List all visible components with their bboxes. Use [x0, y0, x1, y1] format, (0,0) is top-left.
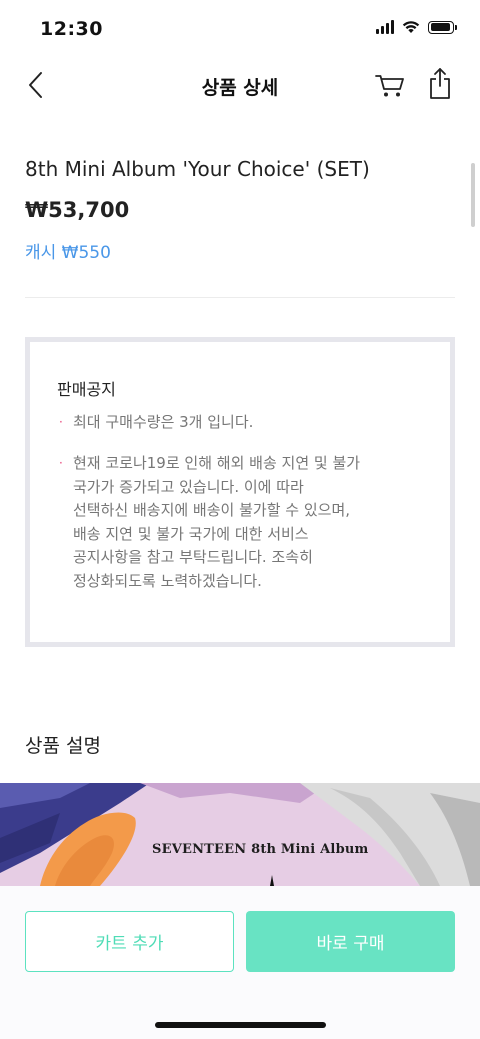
sales-notice: 판매공지 · 최대 구매수량은 3개 입니다. · 현재 코로나19로 인해 해… — [25, 337, 455, 647]
notice-line: 배송 지연 및 불가 국가에 대한 서비스 — [73, 524, 309, 543]
buy-now-button[interactable]: 바로 구매 — [246, 911, 455, 972]
home-indicator[interactable] — [155, 1022, 326, 1028]
section-title-description: 상품 설명 — [25, 735, 101, 757]
notice-line: 정상화되도록 노력하겠습니다. — [73, 571, 262, 590]
notice-line: 공지사항을 참고 부탁드립니다. 조속히 — [73, 548, 313, 566]
cash-price: 캐시 ₩550 — [25, 243, 111, 263]
notice-bullet: · — [59, 456, 63, 470]
cart-icon — [375, 75, 404, 97]
nav-bar: 상품 상세 — [0, 60, 480, 110]
add-to-cart-button[interactable]: 카트 추가 — [25, 911, 234, 972]
banner-text: SEVENTEEN 8th Mini Album — [152, 842, 369, 857]
notice-line: 국가가 증가되고 있습니다. 이에 따라 — [73, 477, 304, 496]
album-banner-image: SEVENTEEN 8th Mini Album — [0, 783, 480, 886]
status-icons — [376, 20, 457, 34]
notice-line: 현재 코로나19로 인해 해외 배송 지연 및 불가 — [73, 454, 361, 472]
cart-button[interactable] — [374, 70, 406, 100]
notice-line: 최대 구매수량은 3개 입니다. — [73, 413, 254, 431]
product-title: 8th Mini Album 'Your Choice' (SET) — [25, 157, 370, 181]
album-art — [0, 783, 480, 886]
scroll-indicator[interactable] — [471, 163, 475, 227]
share-icon — [430, 68, 450, 99]
page-title: 상품 상세 — [201, 77, 279, 99]
battery-icon — [428, 20, 457, 34]
share-button[interactable] — [428, 66, 452, 100]
wifi-icon — [402, 21, 420, 33]
notice-line: 선택하신 배송지에 배송이 불가할 수 있으며, — [73, 501, 351, 519]
status-bar: 12:30 — [0, 0, 480, 60]
notice-item: 현재 코로나19로 인해 해외 배송 지연 및 불가 국가가 증가되고 있습니다… — [73, 452, 433, 593]
cellular-signal-icon — [376, 20, 394, 34]
status-time: 12:30 — [40, 18, 103, 40]
notice-title: 판매공지 — [57, 380, 116, 399]
divider — [25, 297, 455, 298]
product-price: ₩53,700 — [25, 198, 130, 222]
notice-bullet: · — [59, 415, 63, 429]
notice-item: 최대 구매수량은 3개 입니다. — [73, 411, 433, 435]
